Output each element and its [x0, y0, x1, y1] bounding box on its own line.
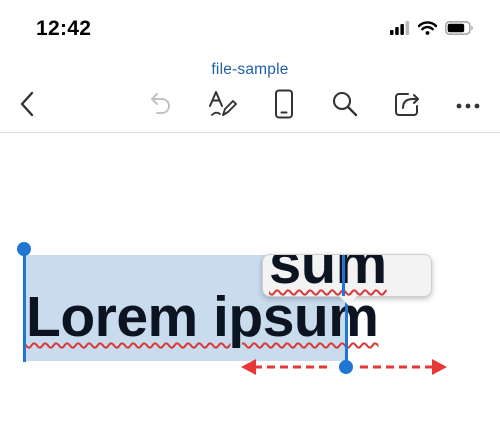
search-icon	[331, 90, 359, 123]
undo-button[interactable]	[143, 88, 179, 124]
mobile-view-button[interactable]	[266, 88, 302, 124]
share-button[interactable]	[389, 88, 425, 124]
status-bar: 12:42	[0, 0, 500, 56]
undo-icon	[148, 90, 174, 123]
cellular-signal-icon	[390, 20, 410, 40]
back-chevron-icon	[18, 90, 38, 123]
drag-direction-arrows	[238, 354, 450, 380]
document-title[interactable]: file-sample	[0, 61, 500, 79]
more-options-button[interactable]	[450, 88, 486, 124]
status-time: 12:42	[36, 17, 92, 40]
more-options-icon	[455, 97, 481, 115]
selection-start-bar	[22, 252, 26, 362]
text-magnifier: sum	[262, 254, 432, 297]
status-icons	[390, 20, 474, 40]
magnifier-caret	[342, 255, 345, 296]
draw-pen-icon	[207, 89, 237, 124]
wifi-icon	[417, 20, 438, 40]
magnifier-text: sum	[269, 254, 387, 296]
mobile-view-icon	[274, 89, 294, 124]
draw-button[interactable]	[204, 88, 240, 124]
back-button[interactable]	[10, 88, 46, 124]
magnifier-pointer	[339, 296, 357, 305]
share-icon	[393, 90, 421, 123]
text-word-lorem[interactable]: Lorem	[26, 285, 213, 349]
search-button[interactable]	[327, 88, 363, 124]
toolbar	[0, 84, 500, 130]
battery-icon	[445, 20, 474, 40]
